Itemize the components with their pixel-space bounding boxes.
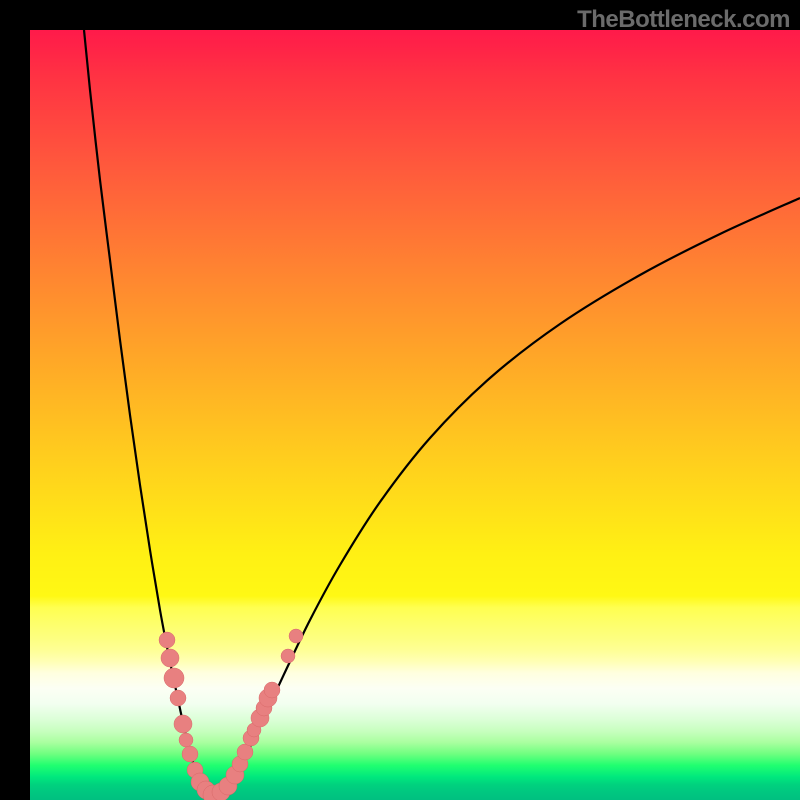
data-dot — [264, 682, 280, 698]
data-dot — [237, 744, 253, 760]
data-dot — [170, 690, 186, 706]
data-dot — [289, 629, 303, 643]
data-dot — [174, 715, 192, 733]
data-dot — [281, 649, 295, 663]
data-dot — [179, 733, 193, 747]
watermark-text: TheBottleneck.com — [577, 6, 790, 34]
bottleneck-curve — [84, 30, 800, 797]
data-dot — [161, 649, 179, 667]
data-dot — [159, 632, 175, 648]
chart-svg — [30, 30, 800, 800]
data-dot — [182, 746, 198, 762]
data-dot — [164, 668, 184, 688]
chart-plot-area — [30, 30, 800, 800]
